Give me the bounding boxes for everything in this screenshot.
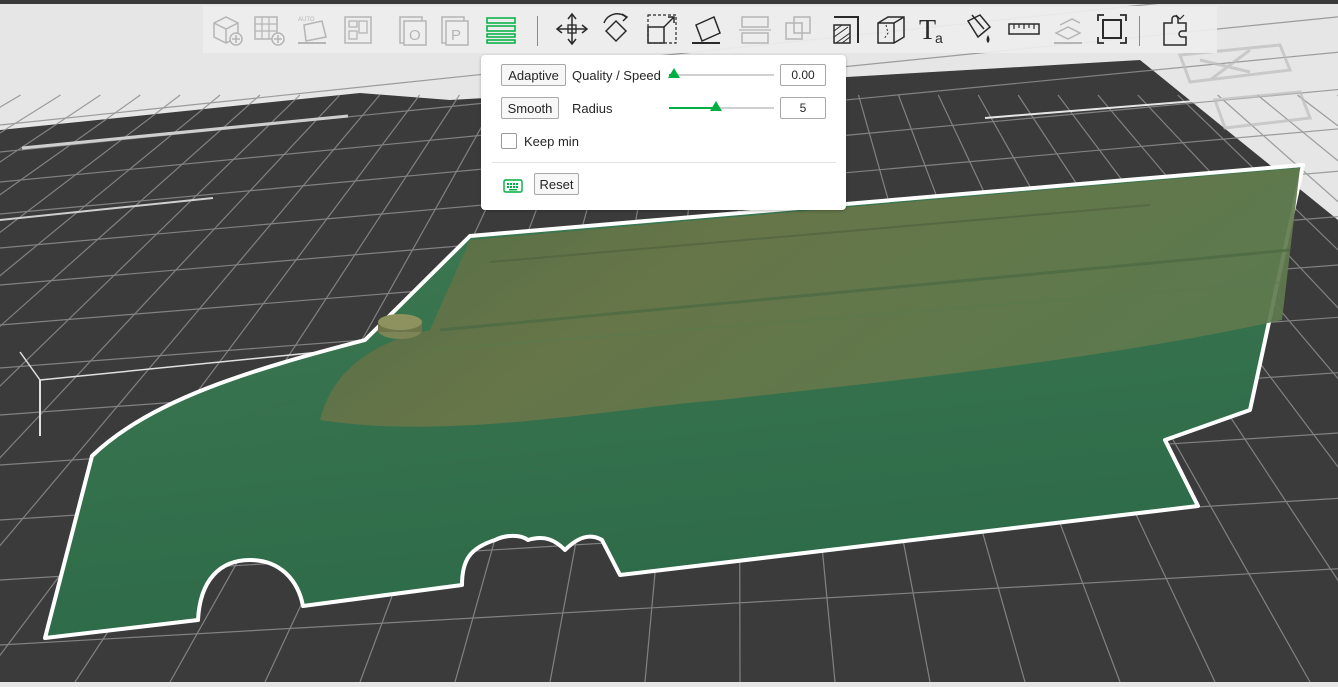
variable-layer-height-icon xyxy=(482,11,518,47)
quality-speed-value[interactable]: 0.00 xyxy=(780,64,826,86)
seam-paint-icon xyxy=(872,11,908,47)
scale-icon xyxy=(644,11,680,47)
top-toolbar: AUTO O P Ta xyxy=(203,6,1217,53)
cut-icon xyxy=(736,11,772,47)
color-paint-icon xyxy=(960,11,996,47)
split-button[interactable] xyxy=(1155,10,1193,48)
move-button[interactable] xyxy=(553,10,591,48)
add-plate-button[interactable] xyxy=(249,10,287,48)
fit-view-button[interactable] xyxy=(1093,10,1131,48)
arrange-button[interactable] xyxy=(339,10,377,48)
fit-view-icon xyxy=(1094,11,1130,47)
boolean-icon xyxy=(780,11,816,47)
rotate-icon xyxy=(598,11,634,47)
auto-orient-icon: AUTO xyxy=(294,11,330,47)
variable-layer-height-panel: Adaptive Quality / Speed 0.00 Smooth Rad… xyxy=(481,55,846,210)
support-paint-icon xyxy=(828,11,864,47)
radius-slider[interactable] xyxy=(669,107,774,109)
svg-text:a: a xyxy=(935,30,943,46)
svg-text:O: O xyxy=(409,27,421,44)
add-plate-icon xyxy=(250,11,286,47)
top-border xyxy=(0,0,1338,4)
boolean-button[interactable] xyxy=(779,10,817,48)
smooth-button[interactable]: Smooth xyxy=(501,97,559,119)
variable-layer-height-button[interactable] xyxy=(481,10,519,48)
object-list-icon: O xyxy=(394,11,430,47)
cut-button[interactable] xyxy=(735,10,773,48)
move-icon xyxy=(554,11,590,47)
svg-text:AUTO: AUTO xyxy=(298,17,315,23)
lay-on-face-icon xyxy=(688,11,724,47)
scale-button[interactable] xyxy=(643,10,681,48)
toolbar-separator xyxy=(1139,16,1140,46)
svg-text:P: P xyxy=(451,27,461,44)
measure-button[interactable] xyxy=(1005,10,1043,48)
radius-label: Radius xyxy=(572,101,612,116)
adaptive-button[interactable]: Adaptive xyxy=(501,64,566,86)
svg-text:T: T xyxy=(919,15,936,46)
rotate-button[interactable] xyxy=(597,10,635,48)
measure-icon xyxy=(1006,11,1042,47)
arrange-icon xyxy=(340,11,376,47)
reset-button[interactable]: Reset xyxy=(534,173,579,195)
color-paint-button[interactable] xyxy=(959,10,997,48)
auto-orient-button[interactable]: AUTO xyxy=(293,10,331,48)
text-button[interactable]: Ta xyxy=(915,10,953,48)
radius-slider-thumb[interactable] xyxy=(710,101,722,111)
quality-speed-label: Quality / Speed xyxy=(572,68,661,83)
assembly-icon xyxy=(1050,11,1086,47)
quality-speed-slider[interactable] xyxy=(669,74,774,76)
plate-list-button[interactable]: P xyxy=(435,10,473,48)
support-paint-button[interactable] xyxy=(827,10,865,48)
panel-divider xyxy=(492,162,836,163)
plate-list-icon: P xyxy=(436,11,472,47)
assembly-button[interactable] xyxy=(1049,10,1087,48)
keep-min-checkbox[interactable] xyxy=(501,133,517,149)
keyboard-icon[interactable] xyxy=(503,179,523,193)
quality-speed-slider-thumb[interactable] xyxy=(668,68,680,78)
text-icon: Ta xyxy=(916,11,952,47)
add-cube-button[interactable] xyxy=(207,10,245,48)
keep-min-label: Keep min xyxy=(524,134,579,149)
radius-value[interactable]: 5 xyxy=(780,97,826,119)
object-list-button[interactable]: O xyxy=(393,10,431,48)
split-icon xyxy=(1156,11,1192,47)
seam-paint-button[interactable] xyxy=(871,10,909,48)
add-cube-icon xyxy=(208,11,244,47)
lay-on-face-button[interactable] xyxy=(687,10,725,48)
toolbar-separator xyxy=(537,16,538,46)
